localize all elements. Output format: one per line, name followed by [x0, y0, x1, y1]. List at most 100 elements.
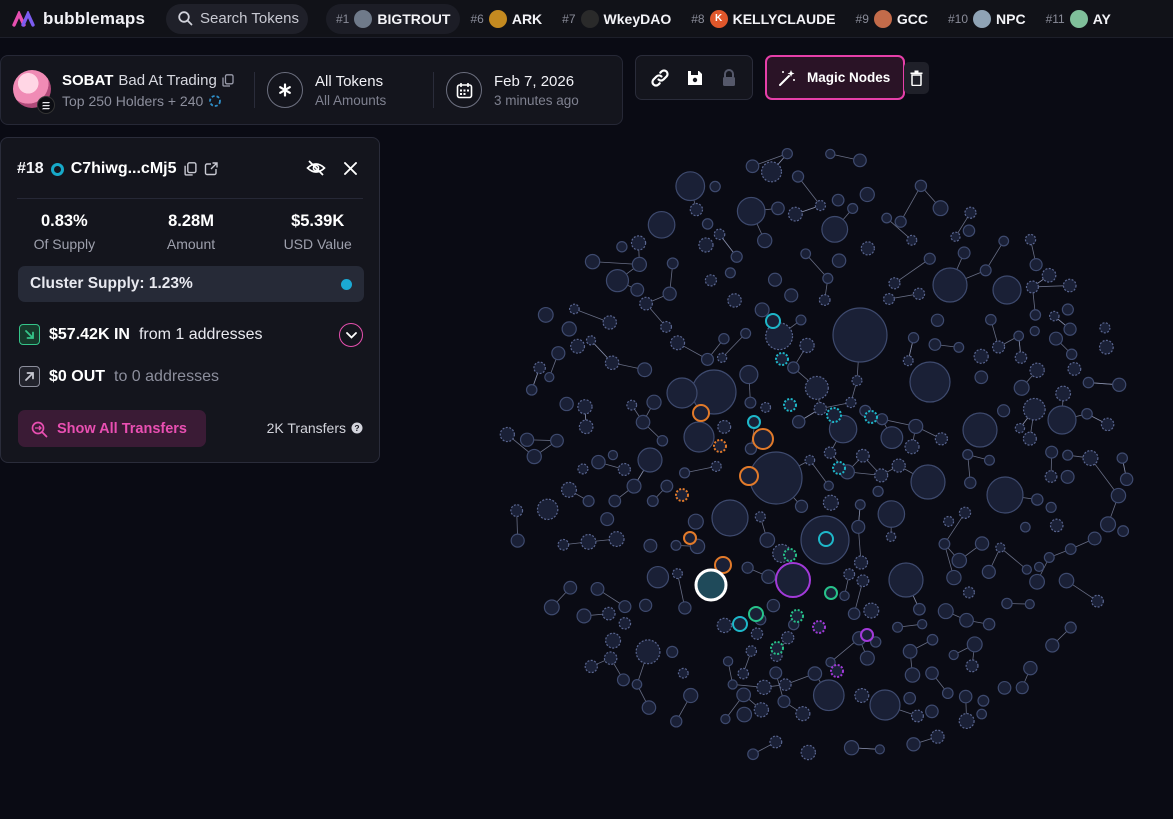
- holder-bubble[interactable]: [906, 737, 921, 752]
- holder-bubble[interactable]: [825, 657, 836, 668]
- holder-bubble[interactable]: [823, 480, 834, 491]
- holder-bubble[interactable]: [1021, 564, 1032, 575]
- holder-bubble[interactable]: [767, 272, 783, 287]
- holder-bubble[interactable]: [958, 506, 972, 519]
- date-picker-button[interactable]: Feb 7, 2026 3 minutes ago: [434, 72, 579, 108]
- holder-bubble[interactable]: [996, 404, 1011, 418]
- holder-bubble[interactable]: [716, 352, 728, 363]
- cluster-bubble[interactable]: [752, 428, 774, 450]
- cluster-supply-row[interactable]: Cluster Supply: 1.23%: [18, 266, 364, 302]
- holder-bubble[interactable]: [948, 649, 959, 661]
- holder-bubble[interactable]: [618, 617, 632, 630]
- holder-bubble[interactable]: [926, 633, 939, 646]
- holder-bubble[interactable]: [559, 396, 574, 412]
- holder-bubble[interactable]: [800, 744, 817, 761]
- holder-bubble[interactable]: [909, 361, 951, 403]
- holder-bubble[interactable]: [863, 602, 880, 619]
- holder-bubble[interactable]: [904, 667, 921, 683]
- holder-bubble[interactable]: [601, 606, 616, 621]
- holder-bubble[interactable]: [1064, 543, 1077, 556]
- holder-bubble[interactable]: [1024, 233, 1037, 246]
- holder-bubble[interactable]: [964, 206, 977, 219]
- holder-bubble[interactable]: [891, 458, 906, 473]
- holder-bubble[interactable]: [845, 396, 857, 409]
- holder-bubble[interactable]: [904, 439, 920, 455]
- holder-bubble[interactable]: [925, 666, 939, 680]
- holder-bubble[interactable]: [563, 580, 578, 595]
- holder-bubble[interactable]: [1090, 594, 1104, 608]
- holder-bubble[interactable]: [976, 708, 988, 720]
- holder-bubble[interactable]: [958, 712, 975, 730]
- holder-bubble[interactable]: [974, 370, 989, 385]
- holder-bubble[interactable]: [759, 532, 776, 548]
- holder-bubble[interactable]: [839, 590, 850, 602]
- holder-bubble[interactable]: [973, 348, 989, 364]
- holder-bubble[interactable]: [626, 399, 638, 411]
- cluster-bubble[interactable]: [683, 531, 697, 545]
- holder-bubble[interactable]: [639, 296, 653, 311]
- holder-bubble[interactable]: [1001, 597, 1013, 610]
- holder-bubble[interactable]: [962, 412, 998, 448]
- copy-icon[interactable]: [183, 162, 197, 176]
- holder-bubble[interactable]: [551, 346, 566, 361]
- holder-bubble[interactable]: [630, 282, 645, 297]
- holder-bubble[interactable]: [951, 552, 968, 569]
- holder-bubble[interactable]: [1045, 638, 1060, 653]
- holder-bubble[interactable]: [1022, 431, 1037, 446]
- holder-bubble[interactable]: [965, 659, 979, 673]
- holder-bubble[interactable]: [616, 241, 628, 253]
- holder-bubble[interactable]: [928, 338, 942, 351]
- holder-bubble[interactable]: [892, 621, 904, 633]
- delete-button[interactable]: [904, 62, 929, 94]
- holder-bubble[interactable]: [701, 218, 714, 230]
- holder-bubble[interactable]: [982, 617, 996, 631]
- holder-bubble[interactable]: [1015, 681, 1029, 695]
- holder-bubble[interactable]: [964, 476, 977, 490]
- holder-bubble[interactable]: [578, 419, 594, 435]
- holder-bubble[interactable]: [1047, 405, 1077, 435]
- holder-bubble[interactable]: [641, 700, 657, 715]
- holder-bubble[interactable]: [910, 464, 946, 500]
- holder-bubble[interactable]: [974, 536, 990, 551]
- holder-bubble[interactable]: [1029, 258, 1043, 272]
- holder-bubble[interactable]: [713, 228, 726, 241]
- holder-bubble[interactable]: [670, 715, 683, 728]
- holder-bubble[interactable]: [1110, 487, 1127, 504]
- holder-bubble[interactable]: [1029, 325, 1040, 337]
- holder-bubble[interactable]: [1025, 280, 1039, 294]
- cluster-bubble[interactable]: [832, 461, 846, 475]
- holder-bubble[interactable]: [1049, 518, 1064, 533]
- holder-bubble[interactable]: [727, 679, 738, 690]
- holder-bubble[interactable]: [877, 500, 906, 528]
- holder-bubble[interactable]: [616, 673, 630, 687]
- holder-bubble[interactable]: [854, 499, 866, 511]
- holder-bubble[interactable]: [536, 498, 559, 521]
- bubble-map-graph[interactable]: [470, 130, 1170, 819]
- holder-bubble[interactable]: [856, 574, 870, 588]
- holder-bubble[interactable]: [724, 267, 736, 279]
- holder-bubble[interactable]: [962, 224, 976, 237]
- holder-bubble[interactable]: [670, 539, 682, 551]
- holder-bubble[interactable]: [1062, 278, 1077, 293]
- holder-bubble[interactable]: [1119, 472, 1134, 487]
- holder-bubble[interactable]: [769, 735, 783, 749]
- ticker-item-kellyclaude[interactable]: #8 K KELLYCLAUDE: [681, 4, 845, 34]
- holder-bubble[interactable]: [717, 419, 732, 434]
- holder-bubble[interactable]: [698, 237, 714, 253]
- holder-bubble[interactable]: [851, 375, 863, 387]
- holder-bubble[interactable]: [874, 744, 885, 755]
- holder-bubble[interactable]: [854, 687, 870, 704]
- cluster-bubble[interactable]: [775, 352, 789, 366]
- holder-bubble[interactable]: [985, 313, 997, 326]
- holder-bubble[interactable]: [831, 253, 847, 268]
- holder-bubble[interactable]: [741, 561, 754, 574]
- holder-bubble[interactable]: [932, 267, 968, 303]
- holder-bubble[interactable]: [637, 447, 663, 473]
- holder-bubble[interactable]: [925, 704, 939, 719]
- holder-bubble[interactable]: [760, 401, 772, 413]
- cluster-bubble[interactable]: [739, 466, 759, 486]
- holder-bubble[interactable]: [930, 729, 945, 744]
- holder-bubble[interactable]: [722, 656, 734, 667]
- holder-bubble[interactable]: [1099, 516, 1117, 533]
- holder-bubble[interactable]: [666, 377, 698, 409]
